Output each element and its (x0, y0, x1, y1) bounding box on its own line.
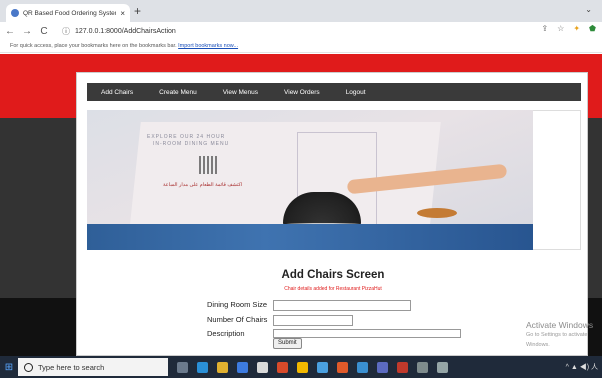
browser-toolbar: ← → C ⓘ 127.0.0.1:8000/AddChairsAction ⇪… (0, 22, 602, 40)
tab-search-icon[interactable]: ⌄ (585, 5, 592, 14)
menu-item-create-menu[interactable]: Create Menu (146, 89, 210, 96)
search-placeholder: Type here to search (38, 362, 105, 372)
site-info-icon[interactable]: ⓘ (62, 26, 70, 37)
menu-item-add-chairs[interactable]: Add Chairs (87, 89, 146, 96)
edge-icon[interactable] (197, 361, 208, 373)
main-menu: Add Chairs Create Menu View Menus View O… (87, 83, 581, 101)
tab-title: QR Based Food Ordering System (23, 9, 117, 17)
browser-tab[interactable]: QR Based Food Ordering System × (6, 4, 130, 22)
page-title: Add Chairs Screen (281, 269, 385, 281)
app-icon-5[interactable] (397, 361, 408, 373)
content-container: Add Chairs Create Menu View Menus View O… (76, 72, 588, 356)
app-icon-4[interactable] (377, 361, 388, 373)
description-label: Description (207, 329, 245, 338)
status-message: Chair details added for Restaurant Pizza… (284, 286, 382, 292)
windows-start-icon[interactable]: ⊞ (0, 356, 18, 378)
file-explorer-icon[interactable] (217, 361, 228, 373)
activate-windows-watermark: Activate Windows Go to Settings to activ… (526, 320, 602, 350)
app-icon-3[interactable] (357, 361, 368, 373)
mail-icon[interactable] (237, 361, 248, 373)
menu-item-view-menus[interactable]: View Menus (210, 89, 271, 96)
watermark-title: Activate Windows (526, 320, 594, 330)
store-icon[interactable] (257, 361, 268, 373)
app-icon-7[interactable] (437, 361, 448, 373)
description-input[interactable] (273, 329, 461, 338)
address-bar[interactable]: ⓘ 127.0.0.1:8000/AddChairsAction (62, 23, 532, 39)
hero-line-2: IN-ROOM DINING MENU (153, 141, 230, 147)
extension-icon[interactable]: ✦ (573, 24, 580, 33)
hero-side-panel (533, 110, 581, 250)
number-of-chairs-label: Number Of Chairs (207, 315, 268, 324)
share-icon[interactable]: ⇪ (541, 24, 548, 33)
import-bookmarks-link[interactable]: Import bookmarks now... (178, 43, 238, 49)
site-favicon-icon (11, 9, 19, 17)
taskbar-search-box[interactable]: Type here to search (18, 358, 168, 376)
back-button[interactable]: ← (3, 26, 17, 37)
hero-line-1: EXPLORE OUR 24 HOUR (147, 134, 226, 140)
chrome-icon[interactable] (337, 361, 348, 373)
extension-shield-icon[interactable]: ⬟ (589, 24, 596, 33)
tab-close-icon[interactable]: × (120, 9, 125, 18)
food-graphic (417, 208, 457, 218)
page-viewport: Add Chairs Create Menu View Menus View O… (0, 54, 602, 356)
number-of-chairs-input[interactable] (273, 315, 353, 326)
menu-item-logout[interactable]: Logout (333, 89, 379, 96)
bookmarks-hint: For quick access, place your bookmarks h… (10, 43, 177, 49)
browser-tabstrip: QR Based Food Ordering System × + ⌄ (0, 0, 602, 22)
app-icon[interactable] (297, 361, 308, 373)
hero-arabic-text: اكتشف قائمة الطعام على مدار الساعة (163, 182, 243, 188)
task-view-icon[interactable] (177, 361, 188, 373)
dining-room-size-input[interactable] (273, 300, 411, 311)
office-icon[interactable] (277, 361, 288, 373)
toolbar-actions: ⇪ ☆ ✦ ⬟ (541, 24, 596, 33)
watermark-subtitle: Go to Settings to activate Windows. (526, 332, 588, 348)
qr-code-icon (199, 156, 217, 174)
new-tab-button[interactable]: + (134, 5, 141, 17)
bookmark-star-icon[interactable]: ☆ (557, 24, 564, 33)
forward-button[interactable]: → (20, 26, 34, 37)
url-text[interactable]: 127.0.0.1:8000/AddChairsAction (75, 28, 176, 35)
submit-button[interactable]: Submit (273, 338, 302, 349)
cortana-icon (24, 362, 33, 372)
reload-button[interactable]: C (37, 26, 51, 37)
windows-taskbar: ⊞ Type here to search ^ ▲ ◀) 人 (0, 356, 602, 378)
table-graphic (87, 224, 533, 250)
menu-item-view-orders[interactable]: View Orders (271, 89, 333, 96)
app-icon-6[interactable] (417, 361, 428, 373)
system-tray[interactable]: ^ ▲ ◀) 人 (566, 362, 598, 372)
dining-room-size-label: Dining Room Size (207, 300, 268, 309)
bookmarks-bar: For quick access, place your bookmarks h… (0, 40, 602, 53)
hero-image: EXPLORE OUR 24 HOUR IN-ROOM DINING MENU … (87, 110, 533, 250)
app-icon-2[interactable] (317, 361, 328, 373)
